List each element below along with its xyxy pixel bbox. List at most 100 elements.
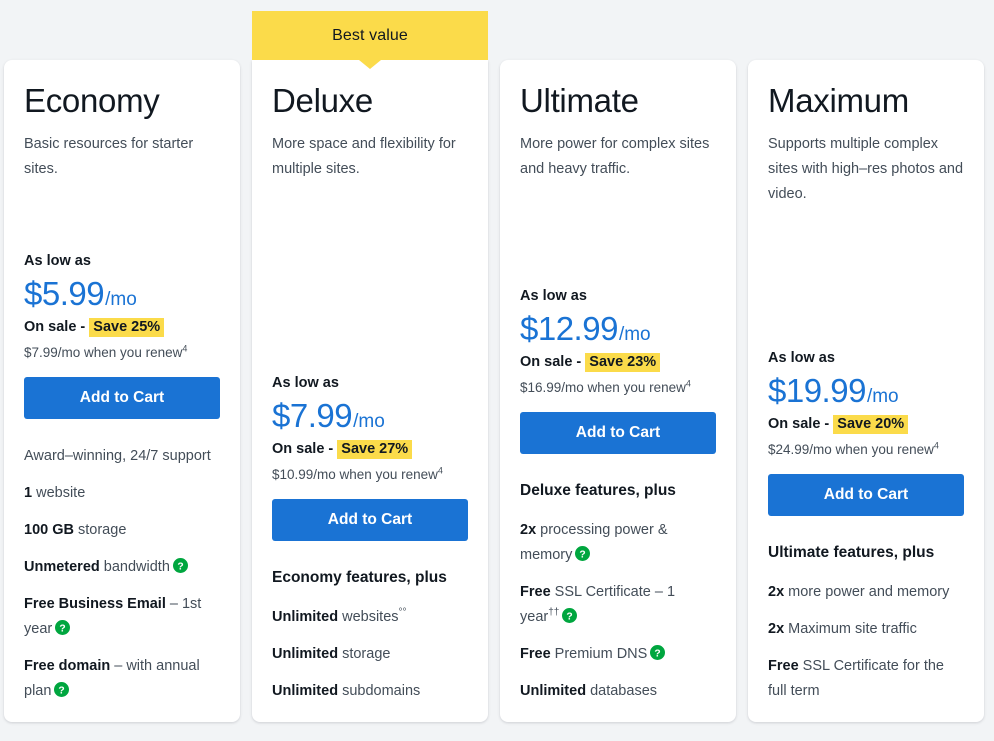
feature-text: websites xyxy=(338,609,399,625)
features-list: Economy features, plus Unlimited websites… xyxy=(272,566,468,704)
price-period: /mo xyxy=(353,411,385,432)
help-question-icon[interactable]: ? xyxy=(650,645,666,660)
as-low-as-label: As low as xyxy=(272,375,339,391)
feature-highlight: Free domain xyxy=(24,658,111,674)
feature-item: Unlimited databases xyxy=(520,679,716,704)
price-block: As low as $7.99/mo On sale - Save 27% $10.9… xyxy=(272,361,468,541)
pricing-plan-grid: Economy Basic resources for starter sites… xyxy=(0,0,994,741)
feature-highlight: Unmetered xyxy=(24,559,100,575)
feature-text: storage xyxy=(338,646,391,662)
renewal-price-text: $10.99/mo when you renew xyxy=(272,467,438,482)
price-amount: $5.99 xyxy=(24,275,105,312)
help-question-icon[interactable]: ? xyxy=(172,558,188,573)
sale-prefix-label: On sale - xyxy=(768,416,830,432)
feature-highlight: 1 xyxy=(24,485,33,501)
help-question-icon[interactable]: ? xyxy=(54,682,70,697)
renewal-footnote-marker: 4 xyxy=(933,440,939,451)
sale-savings-badge: Save 20% xyxy=(833,415,909,434)
plan-description: More power for complex sites and heavy t… xyxy=(520,136,710,177)
price-row: $12.99/mo xyxy=(520,310,716,348)
plan-column-maximum: Maximum Supports multiple complex sites w… xyxy=(744,0,988,741)
feature-text: storage xyxy=(73,522,127,538)
as-low-as-label: As low as xyxy=(520,288,587,304)
price-amount: $7.99 xyxy=(272,397,353,434)
sale-prefix-label: On sale - xyxy=(24,319,86,335)
renewal-price-note: $7.99/mo when you renew4 xyxy=(24,343,220,362)
feature-text: Premium DNS xyxy=(550,646,648,662)
plan-description: More space and flexibility for multiple … xyxy=(272,136,456,177)
feature-highlight: Unlimited xyxy=(520,683,587,699)
feature-highlight: Free Business Email xyxy=(24,596,166,612)
add-to-cart-button-economy[interactable]: Add to Cart xyxy=(24,377,220,419)
renewal-price-note: $10.99/mo when you renew4 xyxy=(272,465,468,484)
add-to-cart-button-ultimate[interactable]: Add to Cart xyxy=(520,412,716,454)
price-block: As low as $19.99/mo On sale - Save 20% $24.… xyxy=(768,336,964,516)
sale-row: On sale - Save 27% xyxy=(272,439,468,459)
feature-text: website xyxy=(32,485,86,501)
renewal-price-text: $24.99/mo when you renew xyxy=(768,442,934,457)
price-block: As low as $5.99/mo On sale - Save 25% $7.99… xyxy=(24,239,220,419)
plan-column-ultimate: Ultimate More power for complex sites and… xyxy=(496,0,740,741)
help-question-icon[interactable]: ? xyxy=(562,608,578,623)
features-list: Deluxe features, plus 2x processing power… xyxy=(520,479,716,704)
plan-title: Maximum xyxy=(768,82,909,119)
feature-item: 2x more power and memory xyxy=(768,580,964,605)
feature-item: Free SSL Certificate for the full term xyxy=(768,654,964,704)
feature-item: 1 website xyxy=(24,481,220,506)
feature-item: Unlimited websites°° xyxy=(272,605,468,630)
svg-text:?: ? xyxy=(59,685,65,696)
features-list: Award–winning, 24/7 support 1 website 100 … xyxy=(24,444,220,704)
best-value-ribbon: Best value xyxy=(252,11,488,69)
feature-text: Award–winning, 24/7 support xyxy=(24,448,211,464)
plan-title: Ultimate xyxy=(520,82,639,119)
renewal-price-note: $16.99/mo when you renew4 xyxy=(520,378,716,397)
sale-row: On sale - Save 23% xyxy=(520,352,716,372)
plan-column-deluxe: Best value Deluxe More space and flexibili… xyxy=(248,0,492,741)
feature-item: Free SSL Certificate – 1 year††? xyxy=(520,580,716,630)
plan-card-maximum: Maximum Supports multiple complex sites w… xyxy=(748,60,984,722)
feature-item: Free Business Email – 1st year? xyxy=(24,592,220,642)
sale-savings-badge: Save 23% xyxy=(585,353,661,372)
features-heading: Deluxe features, plus xyxy=(520,482,676,499)
features-heading: Ultimate features, plus xyxy=(768,544,935,561)
svg-text:?: ? xyxy=(567,611,573,622)
price-row: $7.99/mo xyxy=(272,397,468,435)
best-value-label: Best value xyxy=(332,26,408,44)
price-row: $19.99/mo xyxy=(768,372,964,410)
plan-title: Deluxe xyxy=(272,82,373,119)
feature-item: Free Premium DNS? xyxy=(520,642,716,667)
plan-card-deluxe: Deluxe More space and flexibility for mul… xyxy=(252,60,488,722)
feature-highlight: Unlimited xyxy=(272,646,339,662)
help-question-icon[interactable]: ? xyxy=(55,620,71,635)
feature-footnote-marker: †† xyxy=(548,607,560,619)
price-amount: $19.99 xyxy=(768,372,866,409)
renewal-footnote-marker: 4 xyxy=(437,465,443,476)
feature-highlight: Free xyxy=(520,646,551,662)
feature-item: Unlimited storage xyxy=(272,642,468,667)
svg-text:?: ? xyxy=(580,549,586,560)
svg-text:?: ? xyxy=(655,648,661,659)
plan-column-economy: Economy Basic resources for starter sites… xyxy=(0,0,244,741)
add-to-cart-button-deluxe[interactable]: Add to Cart xyxy=(272,499,468,541)
feature-item: 2x Maximum site traffic xyxy=(768,617,964,642)
help-question-icon[interactable]: ? xyxy=(575,546,591,561)
as-low-as-label: As low as xyxy=(24,253,91,269)
price-row: $5.99/mo xyxy=(24,275,220,313)
feature-item: 2x processing power & memory? xyxy=(520,518,716,568)
feature-highlight: 2x xyxy=(520,522,537,538)
feature-text: bandwidth xyxy=(99,559,170,575)
sale-prefix-label: On sale - xyxy=(520,354,582,370)
feature-highlight: 2x xyxy=(768,621,785,637)
add-to-cart-button-maximum[interactable]: Add to Cart xyxy=(768,474,964,516)
sale-row: On sale - Save 25% xyxy=(24,317,220,337)
renewal-price-text: $7.99/mo when you renew xyxy=(24,345,183,360)
plan-card-ultimate: Ultimate More power for complex sites and… xyxy=(500,60,736,722)
price-amount: $12.99 xyxy=(520,310,618,347)
renewal-price-note: $24.99/mo when you renew4 xyxy=(768,440,964,459)
price-period: /mo xyxy=(618,324,651,345)
feature-item: Award–winning, 24/7 support xyxy=(24,444,220,469)
renewal-footnote-marker: 4 xyxy=(685,378,691,389)
feature-item: Unlimited subdomains xyxy=(272,679,468,704)
feature-text: Maximum site traffic xyxy=(784,621,917,637)
svg-text:?: ? xyxy=(60,623,66,634)
